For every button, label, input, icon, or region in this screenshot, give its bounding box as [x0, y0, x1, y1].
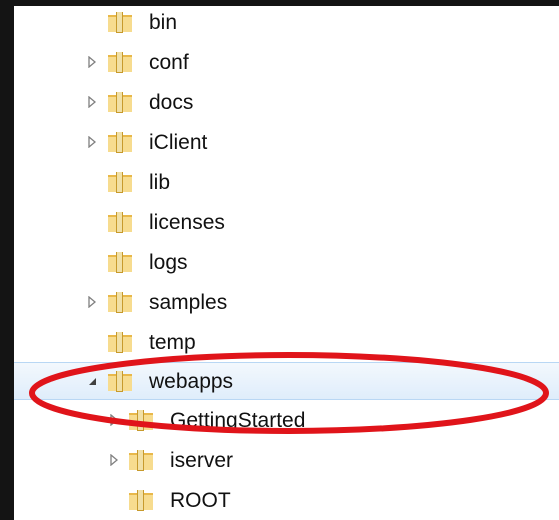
folder-icon	[106, 169, 134, 195]
chevron-right-icon[interactable]	[86, 94, 98, 110]
folder-icon	[127, 407, 155, 433]
tree-item-label: GettingStarted	[170, 409, 306, 432]
folder-icon	[106, 209, 134, 235]
tree-item-label: ROOT	[170, 489, 231, 512]
tree-item-licenses[interactable]: licenses	[14, 204, 559, 242]
folder-icon	[106, 129, 134, 155]
chevron-right-icon[interactable]	[108, 452, 120, 468]
folder-icon	[106, 249, 134, 275]
tree-item-samples[interactable]: samples	[14, 284, 559, 322]
explorer-navigation-pane: bin conf docs iClient lib licenses logs …	[0, 0, 559, 520]
chevron-down-icon[interactable]	[86, 373, 98, 389]
tree-item-conf[interactable]: conf	[14, 44, 559, 82]
chevron-right-icon[interactable]	[86, 54, 98, 70]
tree-item-label: bin	[149, 11, 178, 34]
tree-item-label: lib	[149, 171, 171, 194]
chevron-right-icon[interactable]	[108, 412, 120, 428]
tree-item-label: licenses	[149, 211, 225, 234]
tree-item-logs[interactable]: logs	[14, 244, 559, 282]
tree-item-label: docs	[149, 91, 194, 114]
tree-item-label: iClient	[149, 131, 208, 154]
tree-item-label: conf	[149, 51, 189, 74]
tree-item-label: temp	[149, 331, 196, 354]
folder-icon	[127, 487, 155, 513]
tree-item-docs[interactable]: docs	[14, 84, 559, 122]
tree-item-webapps[interactable]: webapps	[14, 362, 559, 400]
folder-tree: bin conf docs iClient lib licenses logs …	[14, 6, 559, 520]
tree-item-iclient[interactable]: iClient	[14, 124, 559, 162]
chevron-right-icon[interactable]	[86, 294, 98, 310]
tree-item-iserver[interactable]: iserver	[14, 442, 559, 480]
folder-icon	[106, 49, 134, 75]
tree-item-label: logs	[149, 251, 188, 274]
folder-icon	[106, 368, 134, 394]
folder-icon	[106, 9, 134, 35]
tree-item-bin[interactable]: bin	[14, 4, 559, 42]
window-edge-left	[0, 0, 14, 520]
folder-icon	[106, 89, 134, 115]
tree-item-label: samples	[149, 291, 228, 314]
tree-item-temp[interactable]: temp	[14, 324, 559, 362]
tree-item-gettingstarted[interactable]: GettingStarted	[14, 402, 559, 440]
tree-item-label: iserver	[170, 449, 234, 472]
folder-icon	[106, 289, 134, 315]
tree-item-root[interactable]: ROOT	[14, 482, 559, 520]
folder-icon	[127, 447, 155, 473]
tree-item-label: webapps	[149, 370, 234, 393]
folder-icon	[106, 329, 134, 355]
tree-item-lib[interactable]: lib	[14, 164, 559, 202]
chevron-right-icon[interactable]	[86, 134, 98, 150]
